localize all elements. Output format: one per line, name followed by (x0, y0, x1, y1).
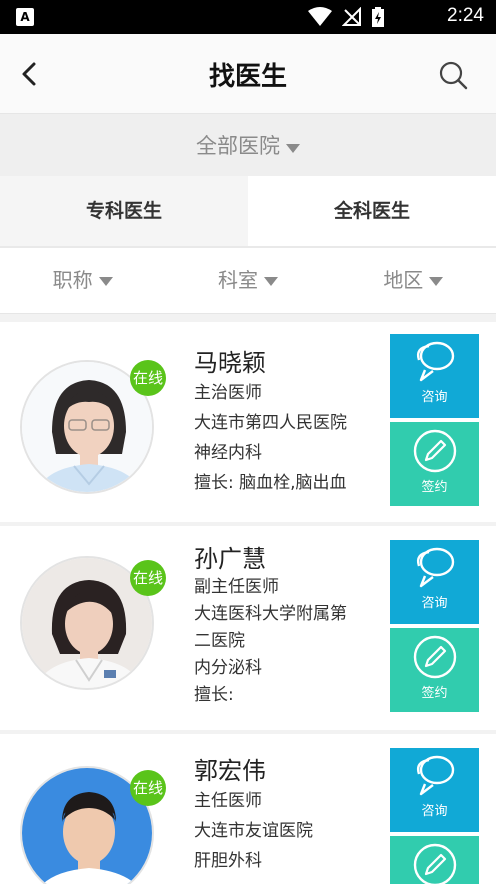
doctor-info: 郭宏伟 主任医师 大连市友谊医院 肝胆外科 (194, 756, 313, 876)
chat-bubble-icon (416, 755, 454, 796)
doctor-title: 主任医师 (194, 791, 262, 811)
tab-general[interactable]: 全科医生 (248, 176, 496, 246)
doctor-type-tabs: 专科医生 全科医生 (0, 176, 496, 246)
page-title: 找医生 (208, 62, 287, 92)
doctor-card[interactable]: 在线 郭宏伟 主任医师 大连市友谊医院 肝胆外科 咨询 (0, 734, 496, 884)
doctor-title: 副主任医师 (194, 577, 279, 597)
consult-button[interactable]: 咨询 (390, 334, 479, 418)
online-badge: 在线 (130, 360, 166, 396)
caret-down-icon (286, 144, 300, 153)
doctor-hospital: 大连市第四人民医院 (194, 413, 347, 433)
sign-button[interactable]: 签约 (390, 422, 479, 506)
hospital-dropdown-label: 全部医院 (196, 134, 280, 158)
status-bar: A 2:24 (0, 0, 496, 34)
status-icons (308, 7, 384, 27)
doctor-card[interactable]: 在线 孙广慧 副主任医师 大连医科大学附属第 二医院 内分泌科 擅长: 咨询 签… (0, 526, 496, 730)
pen-circle-icon (413, 843, 456, 884)
doctor-specialty: 擅长: (194, 685, 234, 705)
doctor-card[interactable]: 在线 马晓颖 主治医师 大连市第四人民医院 神经内科 擅长: 脑血栓,脑出血 咨… (0, 322, 496, 522)
nav-bar: 找医生 (0, 34, 496, 114)
doctor-department: 内分泌科 (194, 658, 262, 678)
doctor-hospital: 大连医科大学附属第 (194, 604, 347, 624)
pen-circle-icon (413, 429, 456, 473)
filter-region-label: 地区 (383, 268, 424, 292)
filter-title-label: 职称 (52, 268, 93, 292)
doctor-hospital: 大连市友谊医院 (194, 821, 313, 841)
doctor-department: 肝胆外科 (194, 851, 262, 871)
doctor-specialty: 擅长: 脑血栓,脑出血 (194, 473, 347, 493)
doctor-name: 马晓颖 (194, 349, 266, 377)
doctor-hospital-cont: 二医院 (194, 631, 245, 651)
online-badge: 在线 (130, 560, 166, 596)
doctor-title: 主治医师 (194, 383, 262, 403)
wifi-icon (308, 7, 332, 26)
caret-down-icon (98, 277, 113, 286)
sign-button[interactable] (390, 836, 479, 884)
doctor-info: 孙广慧 副主任医师 大连医科大学附属第 二医院 内分泌科 擅长: (194, 544, 347, 709)
doctor-name: 孙广慧 (194, 545, 266, 573)
filter-department[interactable]: 科室 (165, 248, 330, 313)
consult-button[interactable]: 咨询 (390, 540, 479, 624)
doctor-name: 郭宏伟 (194, 757, 266, 785)
consult-button[interactable]: 咨询 (390, 748, 479, 832)
doctor-list: 在线 马晓颖 主治医师 大连市第四人民医院 神经内科 擅长: 脑血栓,脑出血 咨… (0, 314, 496, 884)
status-time: 2:24 (447, 5, 484, 26)
doctor-info: 马晓颖 主治医师 大连市第四人民医院 神经内科 擅长: 脑血栓,脑出血 (194, 348, 347, 498)
caret-down-icon (429, 277, 444, 286)
filter-bar: 职称 科室 地区 (0, 246, 496, 314)
filter-region[interactable]: 地区 (331, 248, 496, 313)
sign-label: 签约 (421, 686, 448, 701)
doctor-department: 神经内科 (194, 443, 262, 463)
filter-title[interactable]: 职称 (0, 248, 165, 313)
tab-specialist[interactable]: 专科医生 (0, 176, 248, 246)
chat-bubble-icon (416, 547, 454, 588)
hospital-dropdown[interactable]: 全部医院 (0, 114, 496, 176)
consult-label: 咨询 (421, 390, 448, 405)
sign-label: 签约 (421, 480, 448, 495)
battery-icon (372, 7, 384, 27)
pen-circle-icon (413, 635, 456, 679)
online-badge: 在线 (130, 770, 166, 806)
consult-label: 咨询 (421, 596, 448, 611)
notification-icon: A (16, 8, 34, 26)
filter-department-label: 科室 (217, 268, 258, 292)
no-signal-icon (342, 7, 361, 26)
search-icon[interactable] (438, 60, 468, 90)
consult-label: 咨询 (421, 804, 448, 819)
chat-bubble-icon (416, 341, 454, 382)
sign-button[interactable]: 签约 (390, 628, 479, 712)
caret-down-icon (263, 277, 278, 286)
